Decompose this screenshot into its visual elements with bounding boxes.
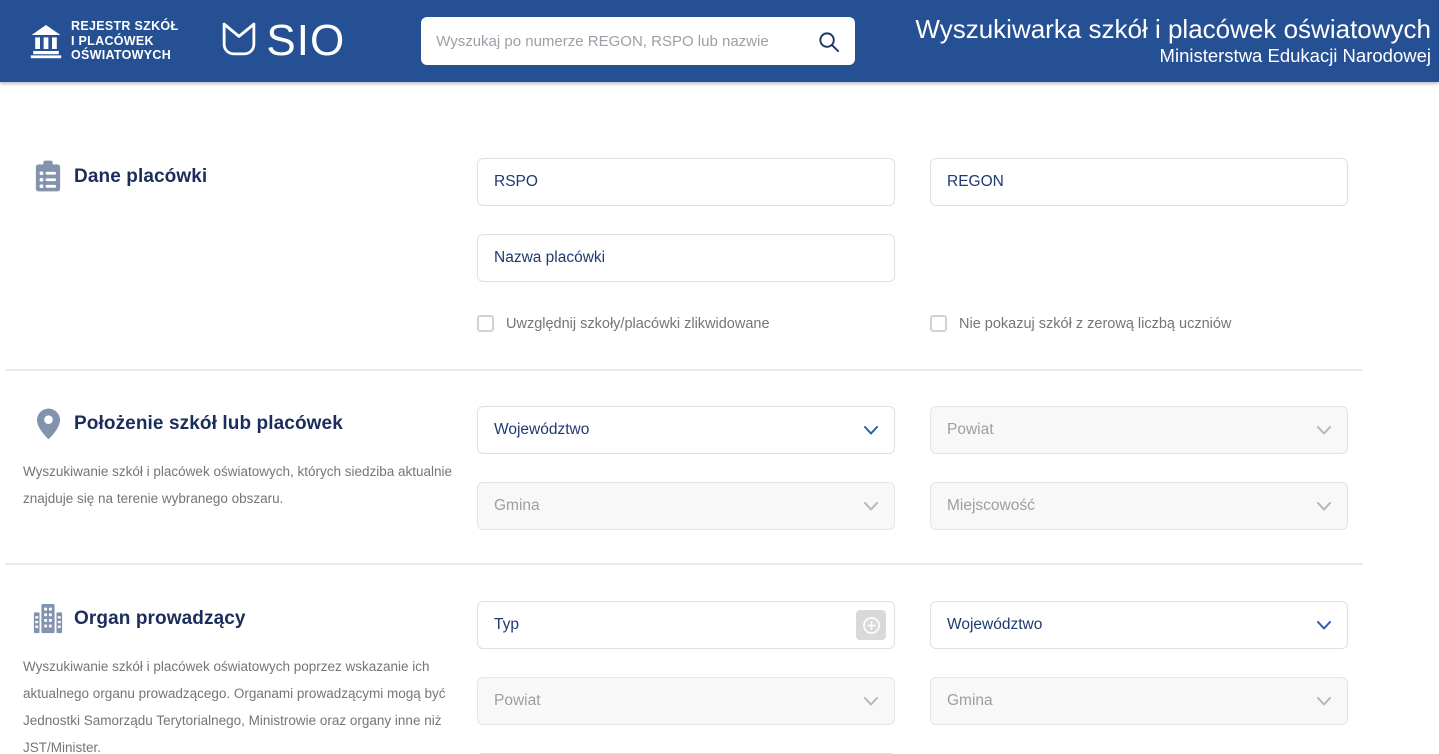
organ-wojewodztwo-select[interactable]: Województwo (930, 601, 1348, 649)
section-dane-placowki: Dane placówki Uwzględnij szkoły/placówki… (0, 158, 1439, 332)
section-title: Dane placówki (74, 166, 207, 188)
polozenie-wojewodztwo-select[interactable]: Województwo (477, 406, 895, 454)
chevron-down-icon (864, 426, 878, 435)
section-organ-prowadzacy: Organ prowadzący Wyszukiwanie szkół i pl… (0, 601, 1439, 754)
section-title: Organ prowadzący (74, 608, 246, 630)
header-search (421, 17, 855, 65)
classical-building-icon (30, 19, 62, 63)
section-divider (5, 563, 1363, 565)
chevron-down-icon (1317, 502, 1331, 511)
chevron-down-icon (864, 697, 878, 706)
organ-gmina-select[interactable]: Gmina (930, 677, 1348, 725)
search-form: Dane placówki Uwzględnij szkoły/placówki… (0, 82, 1439, 754)
app-header: REJESTR SZKÓŁ I PLACÓWEK OŚWIATOWYCH SIO… (0, 0, 1439, 82)
checkbox-zlikwidowane[interactable]: Uwzględnij szkoły/placówki zlikwidowane (477, 315, 895, 332)
map-pin-icon (32, 408, 64, 440)
clipboard-icon (32, 160, 64, 193)
chevron-down-icon (1317, 697, 1331, 706)
section-description: Wyszukiwanie szkół i placówek oświatowyc… (23, 653, 461, 754)
checkbox-icon[interactable] (930, 315, 947, 332)
office-building-icon (32, 603, 64, 635)
checkbox-zerowa-liczba[interactable]: Nie pokazuj szkół z zerową liczbą ucznió… (930, 315, 1348, 332)
search-input[interactable] (436, 33, 815, 50)
rspo-logo[interactable]: REJESTR SZKÓŁ I PLACÓWEK OŚWIATOWYCH (30, 19, 178, 63)
page-title: Wyszukiwarka szkół i placówek oświatowyc… (915, 14, 1431, 68)
search-icon[interactable] (815, 28, 842, 55)
page-title-sub: Ministerstwa Edukacji Narodowej (915, 44, 1431, 68)
rspo-logo-text: REJESTR SZKÓŁ I PLACÓWEK OŚWIATOWYCH (71, 19, 178, 63)
section-title: Położenie szkół lub placówek (74, 413, 343, 435)
chevron-down-icon (1317, 621, 1331, 630)
polozenie-miejscowosc-select[interactable]: Miejscowość (930, 482, 1348, 530)
section-description: Wyszukiwanie szkół i placówek oświatowyc… (23, 458, 461, 512)
nazwa-placowki-field[interactable] (477, 234, 895, 282)
section-polozenie: Położenie szkół lub placówek Wyszukiwani… (0, 406, 1439, 530)
section-divider (5, 369, 1363, 371)
page-title-main: Wyszukiwarka szkół i placówek oświatowyc… (915, 14, 1431, 44)
organ-typ-field[interactable] (477, 601, 895, 649)
chevron-down-icon (864, 502, 878, 511)
rspo-field[interactable] (477, 158, 895, 206)
organ-powiat-select[interactable]: Powiat (477, 677, 895, 725)
open-book-icon (218, 18, 260, 65)
plus-circle-icon[interactable] (856, 610, 886, 640)
checkbox-icon[interactable] (477, 315, 494, 332)
regon-field[interactable] (930, 158, 1348, 206)
chevron-down-icon (1317, 426, 1331, 435)
sio-logo[interactable]: SIO (218, 18, 345, 65)
polozenie-gmina-select[interactable]: Gmina (477, 482, 895, 530)
sio-logo-text: SIO (266, 19, 345, 63)
organ-typ-field-wrap (477, 601, 895, 649)
polozenie-powiat-select[interactable]: Powiat (930, 406, 1348, 454)
